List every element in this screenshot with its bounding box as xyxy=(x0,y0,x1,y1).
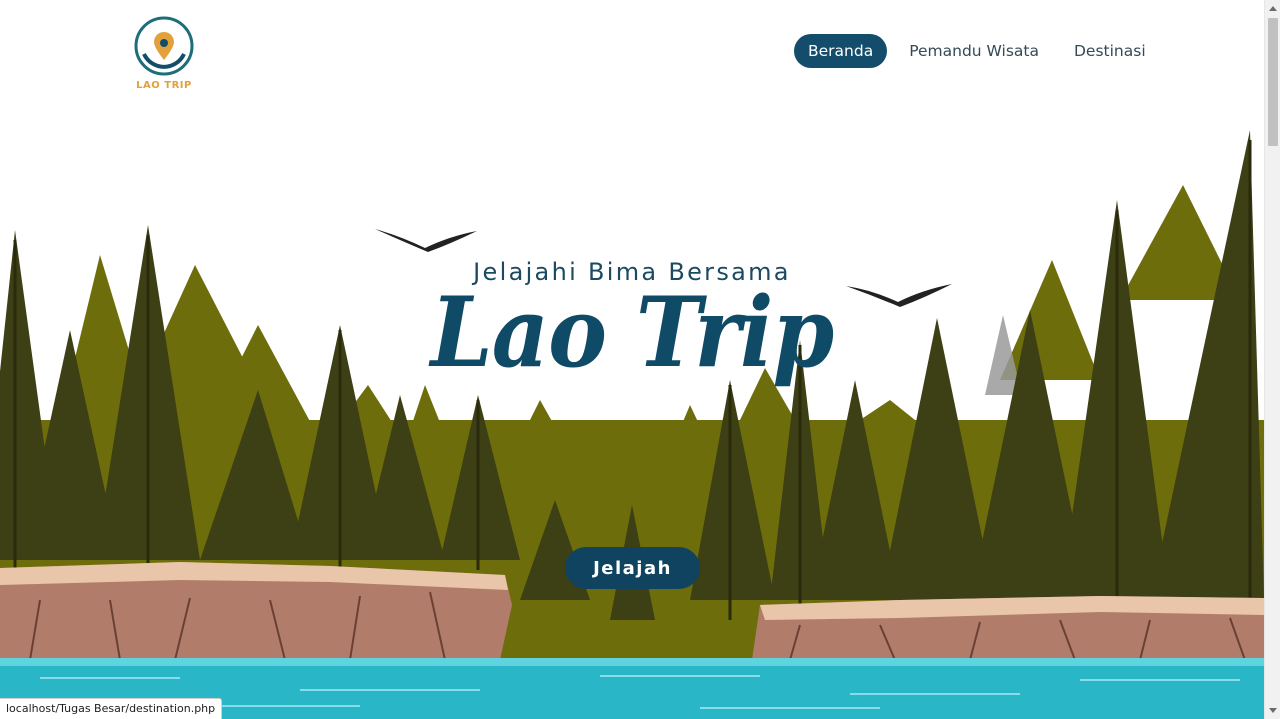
main-nav: Beranda Pemandu Wisata Destinasi xyxy=(794,34,1146,68)
landing-page: LAO TRIP Beranda Pemandu Wisata Destinas… xyxy=(0,0,1264,719)
scroll-thumb[interactable] xyxy=(1268,18,1278,146)
nav-item-pemandu-wisata[interactable]: Pemandu Wisata xyxy=(909,42,1039,60)
nav-item-destinasi[interactable]: Destinasi xyxy=(1074,42,1146,60)
status-bar-url: localhost/Tugas Besar/destination.php xyxy=(0,698,223,719)
jelajah-button[interactable]: Jelajah xyxy=(565,547,700,589)
left-cliff xyxy=(0,562,512,661)
hero-title: Lao Trip xyxy=(430,276,835,389)
nav-item-beranda[interactable]: Beranda xyxy=(794,34,888,68)
brand-logo-text: LAO TRIP xyxy=(136,80,192,91)
right-cliff xyxy=(752,596,1264,661)
scroll-down-icon[interactable] xyxy=(1265,703,1280,719)
bird-icon xyxy=(375,229,477,252)
scroll-up-icon[interactable] xyxy=(1265,0,1280,16)
page-scrollbar[interactable] xyxy=(1264,0,1280,719)
